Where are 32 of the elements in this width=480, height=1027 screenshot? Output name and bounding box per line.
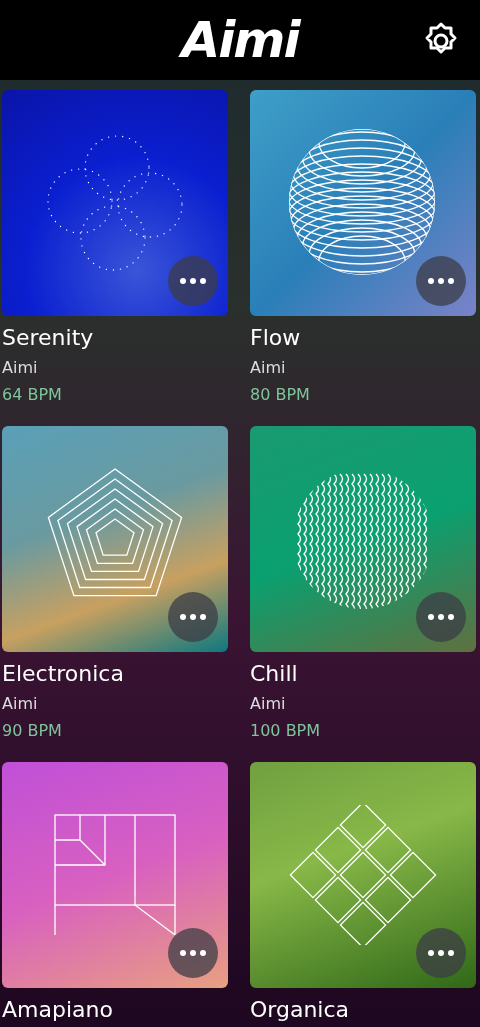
more-button[interactable] (168, 256, 218, 306)
more-icon (180, 950, 206, 956)
artwork-tile[interactable] (2, 426, 228, 652)
experience-title: Flow (250, 324, 302, 352)
more-button[interactable] (416, 256, 466, 306)
experience-title: Electronica (2, 660, 125, 688)
more-button[interactable] (168, 928, 218, 978)
more-icon (180, 614, 206, 620)
experience-title: Serenity (2, 324, 95, 352)
more-button[interactable] (416, 592, 466, 642)
more-button[interactable] (168, 592, 218, 642)
artist-name: Aimi (250, 358, 287, 377)
artwork-tile[interactable] (250, 90, 476, 316)
experience-title: Amapiano (2, 996, 114, 1024)
tempo-label: 80 BPM (250, 385, 311, 404)
artist-name: Aimi (2, 694, 39, 713)
more-icon (428, 950, 454, 956)
artwork-tile[interactable] (2, 90, 228, 316)
more-icon (180, 278, 206, 284)
more-button[interactable] (416, 928, 466, 978)
tempo-label: 64 BPM (2, 385, 63, 404)
tempo-label: 100 BPM (250, 721, 322, 740)
experience-title: Chill (250, 660, 299, 688)
experience-title: Organica (250, 996, 351, 1024)
tempo-label: 90 BPM (2, 721, 63, 740)
more-icon (428, 614, 454, 620)
artist-name: Aimi (2, 358, 39, 377)
artist-name: Aimi (250, 694, 287, 713)
artwork-tile[interactable] (250, 762, 476, 988)
artwork-tile[interactable] (250, 426, 476, 652)
more-icon (428, 278, 454, 284)
artwork-tile[interactable] (2, 762, 228, 988)
